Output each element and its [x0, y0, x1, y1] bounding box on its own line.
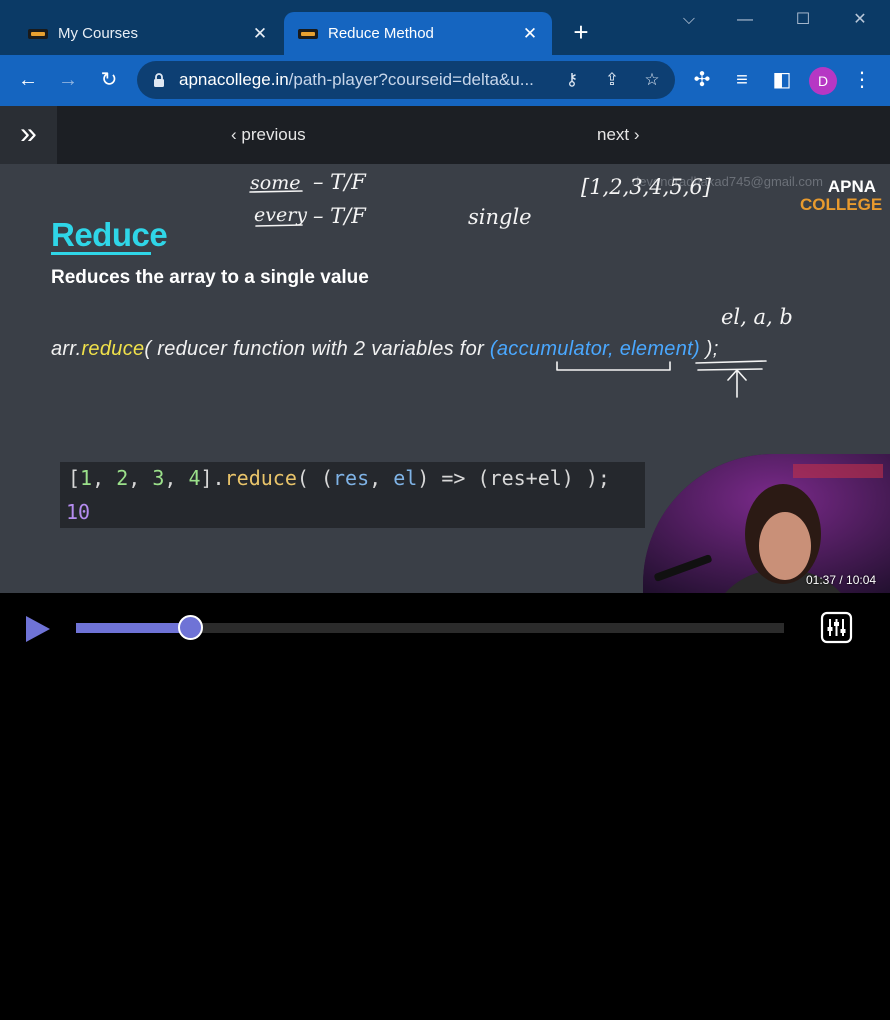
- tab-title: Reduce Method: [328, 25, 434, 42]
- below-player-area: [0, 663, 890, 1020]
- url-text[interactable]: apnacollege.in/path-player?courseid=delt…: [179, 61, 534, 99]
- new-tab-button[interactable]: +: [566, 18, 596, 48]
- star-bookmark-icon[interactable]: ☆: [641, 69, 663, 91]
- forward-arrow-icon[interactable]: →: [53, 65, 83, 95]
- play-icon[interactable]: [24, 614, 52, 644]
- back-arrow-icon[interactable]: ←: [13, 65, 43, 95]
- media-queue-icon[interactable]: ≡: [727, 65, 757, 95]
- tab-reduce-method[interactable]: Reduce Method ✕: [284, 12, 552, 55]
- email-watermark: devendradhakad745@gmail.com: [632, 174, 823, 189]
- annotation-single: single: [468, 205, 532, 229]
- chevron-left-icon: ‹: [231, 125, 242, 144]
- player-controls: [0, 593, 890, 663]
- code-line: [1, 2, 3, 4].reduce( (res, el) => (res+e…: [68, 466, 610, 490]
- annotation-every: every: [254, 204, 307, 226]
- apna-college-favicon-icon: [28, 28, 48, 39]
- extensions-puzzle-icon[interactable]: ✣: [687, 65, 717, 95]
- profile-avatar[interactable]: D: [809, 67, 837, 95]
- player-nav-bar: » ‹ previous next ›: [0, 106, 890, 164]
- title-underline: [51, 252, 151, 255]
- next-label: next: [597, 125, 630, 144]
- maximize-button[interactable]: ☐: [788, 8, 818, 32]
- settings-sliders-icon[interactable]: [820, 611, 853, 644]
- tab-my-courses[interactable]: My Courses ✕: [14, 12, 282, 55]
- share-icon[interactable]: ⇪: [601, 69, 623, 91]
- side-panel-icon[interactable]: ◧: [767, 65, 797, 95]
- progress-fill: [76, 623, 190, 633]
- chevron-right-icon: ›: [629, 125, 640, 144]
- key-icon[interactable]: ⚷: [561, 69, 583, 91]
- apna-college-logo: APNA COLLEGE: [800, 177, 883, 214]
- code-output: 10: [66, 500, 91, 524]
- lock-icon: [154, 73, 164, 87]
- progress-scrubber-handle[interactable]: [177, 615, 203, 640]
- close-window-button[interactable]: ✕: [845, 8, 875, 32]
- slide-title: Reduce: [51, 216, 168, 253]
- reload-icon[interactable]: ↻: [94, 65, 124, 95]
- url-host: apnacollege.in: [179, 70, 289, 89]
- slide-subtitle: Reduces the array to a single value: [51, 267, 369, 288]
- tab-search-chevron-icon[interactable]: ⌵: [674, 8, 704, 32]
- expand-sidebar-chevrons-icon[interactable]: »: [0, 106, 57, 164]
- kebab-menu-icon[interactable]: ⋮: [847, 65, 877, 95]
- code-example: [1, 2, 3, 4].reduce( (res, el) => (res+e…: [60, 462, 645, 528]
- url-path: /path-player?courseid=delta&u...: [288, 70, 534, 89]
- tab-strip: My Courses ✕ Reduce Method ✕ + ⌵ — ☐ ✕: [0, 0, 890, 55]
- apna-college-favicon-icon: [298, 28, 318, 39]
- video-time-display: 01:37 / 10:04: [806, 573, 877, 587]
- previous-button[interactable]: ‹ previous: [231, 106, 306, 164]
- close-tab-icon[interactable]: ✕: [518, 24, 542, 44]
- minimize-button[interactable]: —: [730, 8, 760, 32]
- tab-title: My Courses: [58, 25, 139, 42]
- close-tab-icon[interactable]: ✕: [248, 24, 272, 44]
- annotation-tf-2: – T/F: [313, 204, 367, 228]
- browser-toolbar: ← → ↻ apnacollege.in/path-player?coursei…: [0, 55, 890, 106]
- next-button[interactable]: next ›: [597, 106, 640, 164]
- syntax-line: arr.reduce( reducer function with 2 vari…: [51, 338, 719, 360]
- previous-label: previous: [241, 125, 306, 144]
- annotation-tf-1: – T/F: [313, 170, 367, 194]
- annotation-el-a-b: el, a, b: [721, 305, 793, 329]
- annotation-some: some: [250, 172, 300, 194]
- address-bar[interactable]: apnacollege.in/path-player?courseid=delt…: [137, 61, 675, 99]
- video-frame[interactable]: devendradhakad745@gmail.com APNA COLLEGE…: [0, 164, 890, 593]
